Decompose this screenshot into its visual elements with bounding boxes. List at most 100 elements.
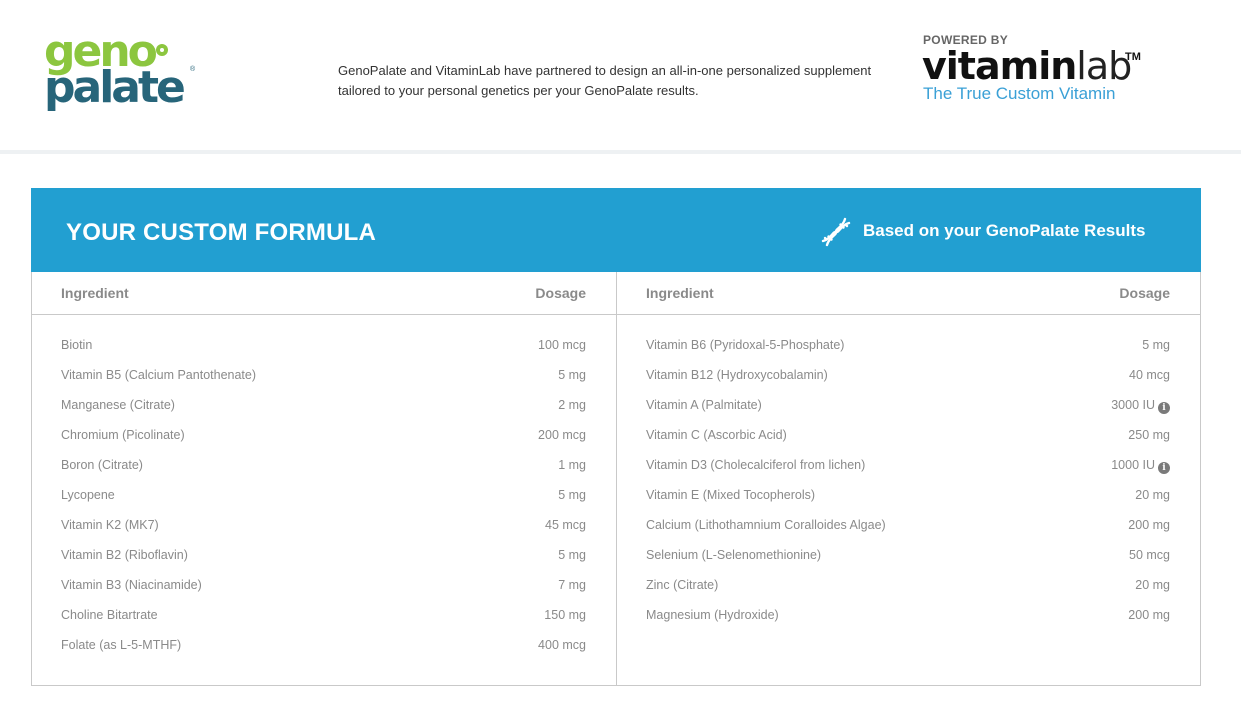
dosage-value: 200 mg <box>1128 608 1170 622</box>
ingredient-row: Zinc (Citrate) 20 mg <box>617 571 1200 601</box>
ingredient-dosage: 1 mg <box>558 458 586 472</box>
ingredient-dosage: 150 mg <box>544 608 586 622</box>
ingredient-row: Manganese (Citrate) 2 mg <box>32 391 616 421</box>
dosage-value: 250 mg <box>1128 428 1170 442</box>
dosage-value: 50 mcg <box>1129 548 1170 562</box>
ingredient-row: Boron (Citrate) 1 mg <box>32 451 616 481</box>
formula-title: YOUR CUSTOM FORMULA <box>66 219 377 246</box>
ingredient-list-left: Biotin 100 mcg Vitamin B5 (Calcium Pantoth… <box>32 331 616 661</box>
ingredient-row: Calcium (Lithothamnium Coralloides Algae… <box>617 511 1200 541</box>
dosage-value: 150 mg <box>544 608 586 622</box>
vitaminlab-wordmark-lab: lab <box>1076 44 1132 88</box>
ingredient-name: Vitamin B3 (Niacinamide) <box>61 578 202 592</box>
ingredient-name: Selenium (L-Selenomethionine) <box>646 548 822 562</box>
dosage-value: 45 mcg <box>545 518 586 532</box>
ingredient-name: Vitamin B2 (Riboflavin) <box>61 548 188 562</box>
ingredient-row: Vitamin E (Mixed Tocopherols) 20 mg <box>617 481 1200 511</box>
ingredient-name: Calcium (Lithothamnium Coralloides Algae… <box>646 518 886 532</box>
ingredient-name: Vitamin C (Ascorbic Acid) <box>646 428 787 442</box>
table-header: Ingredient Dosage <box>32 272 616 315</box>
ingredient-dosage: 200 mg <box>1128 518 1170 532</box>
ingredient-dosage: 5 mg <box>558 488 586 502</box>
ingredient-row: Vitamin B2 (Riboflavin) 5 mg <box>32 541 616 571</box>
dosage-header: Dosage <box>535 285 586 301</box>
header-divider <box>0 150 1241 154</box>
ingredient-dosage: 20 mg <box>1135 488 1170 502</box>
ingredient-name: Choline Bitartrate <box>61 608 158 622</box>
ingredient-dosage: 50 mcg <box>1129 548 1170 562</box>
ingredient-name: Vitamin E (Mixed Tocopherols) <box>646 488 816 502</box>
ingredient-row: Lycopene 5 mg <box>32 481 616 511</box>
ingredient-name: Manganese (Citrate) <box>61 398 175 412</box>
ingredient-row: Vitamin B3 (Niacinamide) 7 mg <box>32 571 616 601</box>
vitaminlab-wordmark: vitaminlab <box>922 44 1132 88</box>
ingredient-row: Selenium (L-Selenomethionine) 50 mcg <box>617 541 1200 571</box>
ingredients-column-right: Ingredient Dosage Vitamin B6 (Pyridoxal-… <box>616 272 1200 686</box>
logo-leaf-icon <box>156 44 168 56</box>
ingredient-dosage: 5 mg <box>558 368 586 382</box>
ingredient-dosage: 40 mcg <box>1129 368 1170 382</box>
ingredients-column-left: Ingredient Dosage Biotin 100 mcg Vitamin B… <box>32 272 616 686</box>
ingredient-dosage: 1000 IU i <box>1111 458 1170 474</box>
table-header: Ingredient Dosage <box>617 272 1200 315</box>
dosage-value: 40 mcg <box>1129 368 1170 382</box>
dosage-value: 3000 IU <box>1111 398 1155 412</box>
ingredient-dosage: 7 mg <box>558 578 586 592</box>
ingredient-name: Chromium (Picolinate) <box>61 428 185 442</box>
genopalate-logo[interactable]: geno palate ® <box>44 30 204 120</box>
dosage-value: 200 mg <box>1128 518 1170 532</box>
dosage-value: 200 mcg <box>538 428 586 442</box>
dosage-value: 5 mg <box>558 368 586 382</box>
ingredient-name: Folate (as L-5-MTHF) <box>61 638 182 652</box>
ingredient-dosage: 45 mcg <box>545 518 586 532</box>
ingredient-row: Vitamin A (Palmitate) 3000 IU i <box>617 391 1200 421</box>
ingredient-row: Biotin 100 mcg <box>32 331 616 361</box>
ingredient-name: Vitamin B6 (Pyridoxal-5-Phosphate) <box>646 338 845 352</box>
ingredient-dosage: 250 mg <box>1128 428 1170 442</box>
dosage-value: 7 mg <box>558 578 586 592</box>
header: geno palate ® GenoPalate and VitaminLab … <box>0 0 1241 150</box>
ingredient-row: Vitamin B6 (Pyridoxal-5-Phosphate) 5 mg <box>617 331 1200 361</box>
dosage-value: 1 mg <box>558 458 586 472</box>
custom-formula-panel: YOUR CUSTOM FORMULA Based on your GenoPa… <box>31 188 1201 686</box>
ingredient-dosage: 5 mg <box>1142 338 1170 352</box>
dosage-value: 400 mcg <box>538 638 586 652</box>
dosage-value: 5 mg <box>558 548 586 562</box>
ingredient-name: Magnesium (Hydroxide) <box>646 608 779 622</box>
ingredient-row: Vitamin K2 (MK7) 45 mcg <box>32 511 616 541</box>
ingredient-name: Vitamin D3 (Cholecalciferol from lichen) <box>646 458 866 472</box>
ingredient-dosage: 100 mcg <box>538 338 586 352</box>
ingredient-row: Choline Bitartrate 150 mg <box>32 601 616 631</box>
ingredient-dosage: 200 mcg <box>538 428 586 442</box>
ingredient-name: Vitamin A (Palmitate) <box>646 398 762 412</box>
ingredient-header: Ingredient <box>646 285 714 301</box>
ingredient-list-right: Vitamin B6 (Pyridoxal-5-Phosphate) 5 mg Vi… <box>617 331 1200 631</box>
ingredient-name: Biotin <box>61 338 93 352</box>
ingredient-row: Vitamin B12 (Hydroxycobalamin) 40 mcg <box>617 361 1200 391</box>
ingredient-row: Vitamin C (Ascorbic Acid) 250 mg <box>617 421 1200 451</box>
ingredient-dosage: 20 mg <box>1135 578 1170 592</box>
ingredient-header: Ingredient <box>61 285 129 301</box>
ingredient-name: Boron (Citrate) <box>61 458 143 472</box>
info-icon[interactable]: i <box>1158 462 1170 474</box>
ingredient-row: Vitamin B5 (Calcium Pantothenate) 5 mg <box>32 361 616 391</box>
dosage-value: 5 mg <box>1142 338 1170 352</box>
dosage-value: 5 mg <box>558 488 586 502</box>
ingredient-dosage: 2 mg <box>558 398 586 412</box>
info-icon[interactable]: i <box>1158 402 1170 414</box>
based-on-results-label: Based on your GenoPalate Results <box>863 221 1146 240</box>
ingredient-dosage: 400 mcg <box>538 638 586 652</box>
trademark-mark: TM <box>1125 51 1141 63</box>
ingredient-dosage: 200 mg <box>1128 608 1170 622</box>
ingredient-name: Zinc (Citrate) <box>646 578 719 592</box>
genopalate-logo-palate: palate <box>44 62 186 113</box>
ingredient-row: Chromium (Picolinate) 200 mcg <box>32 421 616 451</box>
partnership-description: GenoPalate and VitaminLab have partnered… <box>338 63 872 98</box>
ingredient-name: Lycopene <box>61 488 115 502</box>
dosage-value: 1000 IU <box>1111 458 1155 472</box>
dosage-header: Dosage <box>1119 285 1170 301</box>
ingredient-name: Vitamin K2 (MK7) <box>61 518 159 532</box>
ingredient-dosage: 3000 IU i <box>1111 398 1170 414</box>
dosage-value: 100 mcg <box>538 338 586 352</box>
ingredient-row: Magnesium (Hydroxide) 200 mg <box>617 601 1200 631</box>
